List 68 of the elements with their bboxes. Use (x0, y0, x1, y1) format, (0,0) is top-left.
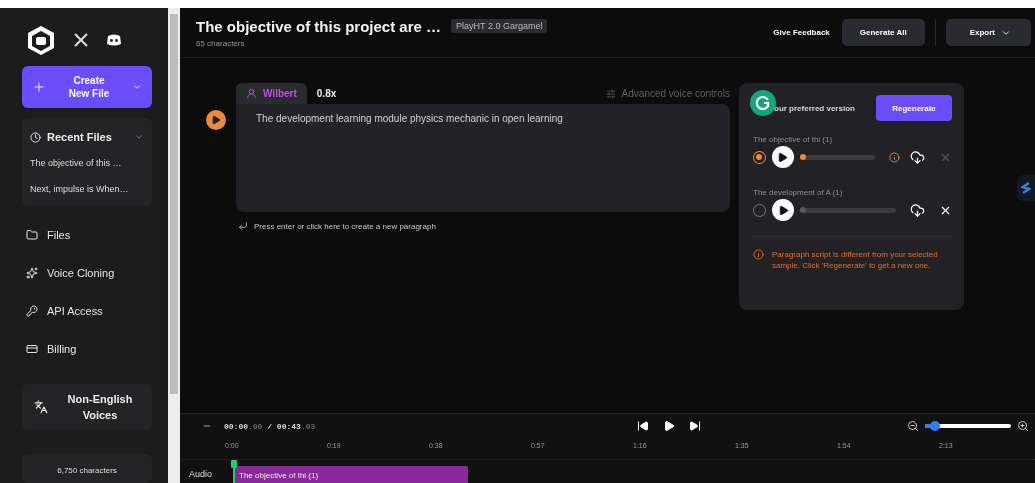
play-button[interactable] (206, 110, 226, 130)
x-logo-icon[interactable] (74, 33, 88, 48)
audio-clip[interactable]: The objective of thi (1) (233, 466, 468, 483)
key-icon (26, 305, 38, 318)
non-english-voices-button[interactable]: Non-English Voices (22, 384, 152, 430)
play-icon (211, 115, 221, 125)
sample-play-button[interactable] (772, 199, 794, 221)
regenerate-button[interactable]: Regenerate (876, 95, 952, 121)
download-button[interactable] (910, 149, 925, 165)
nav-item[interactable]: Voice Cloning (22, 254, 152, 293)
play-icon (662, 420, 675, 432)
skip-forward-button[interactable] (688, 420, 701, 432)
nav-item[interactable]: Files (22, 216, 152, 255)
track-label: Audio (188, 469, 214, 481)
nav-item[interactable]: Billing (22, 330, 152, 369)
zoom-in-button[interactable] (1017, 420, 1029, 432)
play-icon (777, 151, 789, 163)
warning-icon (889, 151, 900, 163)
download-icon (910, 149, 925, 165)
sample-progress-bar[interactable] (799, 154, 876, 160)
create-new-file-button[interactable]: Create New File (22, 66, 152, 109)
play-button[interactable] (662, 420, 675, 432)
generate-all-button[interactable]: Generate All (841, 19, 925, 46)
warning-message: Paragraph script is different from your selected sample. Click 'Regenerate' to get a new one. (772, 249, 939, 271)
sample-name: The development of A (1) (753, 188, 844, 197)
logo-icon (26, 24, 56, 57)
skip-back-icon (636, 420, 649, 432)
export-button[interactable]: Export (945, 19, 1031, 46)
feedback-link[interactable]: Give Feedback (773, 28, 830, 37)
sparkle-icon (26, 267, 38, 280)
scrollbar[interactable] (168, 8, 180, 483)
voice-tab[interactable]: Wilbert (236, 83, 307, 104)
card-icon (26, 343, 38, 356)
person-icon (246, 88, 257, 99)
zoom-slider[interactable] (925, 424, 1011, 428)
zoom-out-icon (907, 420, 919, 432)
recent-file-link[interactable]: The objective of this … (30, 152, 144, 175)
recent-files-toggle[interactable]: Recent Files (30, 126, 144, 149)
enter-icon (238, 221, 248, 231)
chat-logo-icon[interactable] (106, 34, 122, 47)
play-icon (777, 204, 789, 216)
character-usage: 6,750 characters (22, 453, 152, 483)
clock-icon (30, 131, 41, 143)
nav-item[interactable]: API Access (22, 292, 152, 331)
panel-title: our preferred version (773, 103, 855, 113)
zoom-in-icon (1017, 420, 1029, 432)
floating-app-icon[interactable] (1017, 175, 1035, 201)
translate-icon (34, 400, 48, 415)
skip-back-button[interactable] (636, 420, 649, 432)
g-badge-icon[interactable] (750, 90, 776, 116)
sample-name: The objective of thi (1) (753, 135, 834, 144)
character-count: 65 characters (196, 38, 246, 48)
playback-time: 00:00.00 / 00:43.03 (224, 421, 316, 431)
recent-file-link[interactable]: Next, impulse is When… (30, 178, 144, 201)
skip-forward-icon (688, 420, 701, 432)
new-paragraph-hint[interactable]: Press enter or click here to create a new paragraph (236, 221, 730, 231)
folder-icon (26, 229, 38, 242)
sliders-icon (605, 88, 616, 99)
sample-play-button[interactable] (771, 146, 794, 168)
speed-button[interactable]: 0.8x (310, 87, 343, 100)
warning-icon (753, 249, 764, 260)
zoom-out-button[interactable] (907, 420, 919, 432)
download-icon (910, 202, 925, 218)
plus-icon (32, 80, 46, 95)
paragraph-text-field[interactable]: The development learning module physics mechanic in open learning (236, 104, 730, 212)
model-tag: PlayHT 2.0 Gargamel (451, 19, 548, 33)
project-title: The objective of this project are … (196, 17, 442, 35)
download-button[interactable] (910, 202, 925, 218)
